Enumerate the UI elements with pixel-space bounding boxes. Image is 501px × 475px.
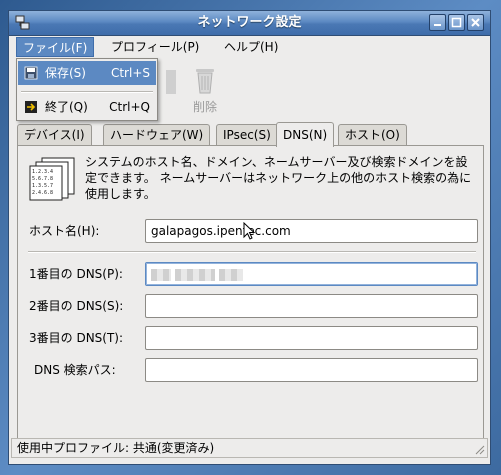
trash-icon: [196, 69, 214, 94]
menu-file[interactable]: ファイル(F): [16, 37, 95, 57]
save-accel: Ctrl+S: [110, 66, 150, 80]
minimize-icon: [434, 24, 441, 26]
redacted-block: [151, 268, 171, 281]
dns2-input[interactable]: [145, 294, 478, 318]
tab-bar: デバイス(I) ハードウェア(W) IPsec(S) DNS(N) ホスト(O): [17, 122, 487, 147]
tab-ipsec[interactable]: IPsec(S): [216, 124, 278, 146]
status-bar: 使用中プロファイル: 共通(変更済み): [11, 438, 488, 458]
dns1-input[interactable]: [145, 262, 478, 286]
window-title: ネットワーク設定: [197, 15, 302, 30]
maximize-icon: [451, 17, 462, 28]
tab-devices[interactable]: デバイス(I): [17, 124, 92, 146]
quit-label: 終了(Q): [45, 100, 88, 114]
search-path-label: DNS 検索パス:: [34, 363, 116, 377]
menu-profile[interactable]: プロフィール(P): [105, 37, 205, 57]
menu-bar: ファイル(F) プロフィール(P) ヘルプ(H): [9, 36, 490, 58]
mouse-cursor-icon: [243, 222, 255, 240]
svg-text:2.4.6.8: 2.4.6.8: [32, 190, 53, 196]
search-path-input[interactable]: [145, 358, 478, 382]
menu-help[interactable]: ヘルプ(H): [218, 37, 284, 57]
delete-button[interactable]: 削除: [180, 62, 230, 116]
tab-hosts[interactable]: ホスト(O): [338, 124, 407, 146]
dns3-input[interactable]: [145, 326, 478, 350]
close-button[interactable]: [467, 14, 484, 31]
quit-accel: Ctrl+Q: [109, 100, 150, 114]
separator: [28, 251, 476, 253]
host-list-icon: 1.2.3.4 5.6.7.8 1.3.5.7 2.4.6.8: [29, 157, 75, 201]
dns2-label: 2番目の DNS(S):: [29, 299, 124, 313]
svg-text:5.6.7.8: 5.6.7.8: [32, 176, 53, 182]
dns1-label: 1番目の DNS(P):: [29, 267, 123, 281]
title-bar[interactable]: ネットワーク設定: [9, 11, 490, 36]
resize-grip-icon[interactable]: [473, 443, 485, 455]
menu-item-save[interactable]: 保存(S) Ctrl+S: [18, 61, 156, 85]
maximize-button[interactable]: [448, 14, 465, 31]
redacted-block: [219, 268, 243, 281]
status-text: 使用中プロファイル: 共通(変更済み): [17, 441, 215, 455]
delete-label: 削除: [192, 100, 217, 114]
dns-description: システムのホスト名、ドメイン、ネームサーバー及び検索ドメインを設定できます。 ネ…: [85, 155, 472, 201]
svg-text:1.2.3.4: 1.2.3.4: [32, 169, 53, 175]
dns3-label: 3番目の DNS(T):: [29, 331, 124, 345]
menu-item-quit[interactable]: 終了(Q) Ctrl+Q: [18, 95, 156, 119]
file-menu-dropdown: 保存(S) Ctrl+S 終了(Q) Ctrl+Q: [16, 58, 158, 121]
menu-separator: [21, 91, 153, 93]
dns-panel: 1.2.3.4 5.6.7.8 1.3.5.7 2.4.6.8 システムのホスト…: [17, 145, 484, 439]
save-icon: [24, 66, 38, 80]
hostname-input[interactable]: galapagos.ipentec.com: [145, 219, 478, 243]
quit-icon: [25, 101, 37, 113]
close-icon: [471, 18, 480, 27]
tab-dns[interactable]: DNS(N): [276, 122, 335, 147]
tab-hardware[interactable]: ハードウェア(W): [103, 124, 211, 146]
save-label: 保存(S): [45, 66, 86, 80]
hostname-label: ホスト名(H):: [29, 224, 100, 238]
minimize-button[interactable]: [429, 14, 446, 31]
redacted-block: [175, 268, 215, 281]
svg-text:1.3.5.7: 1.3.5.7: [32, 183, 53, 189]
